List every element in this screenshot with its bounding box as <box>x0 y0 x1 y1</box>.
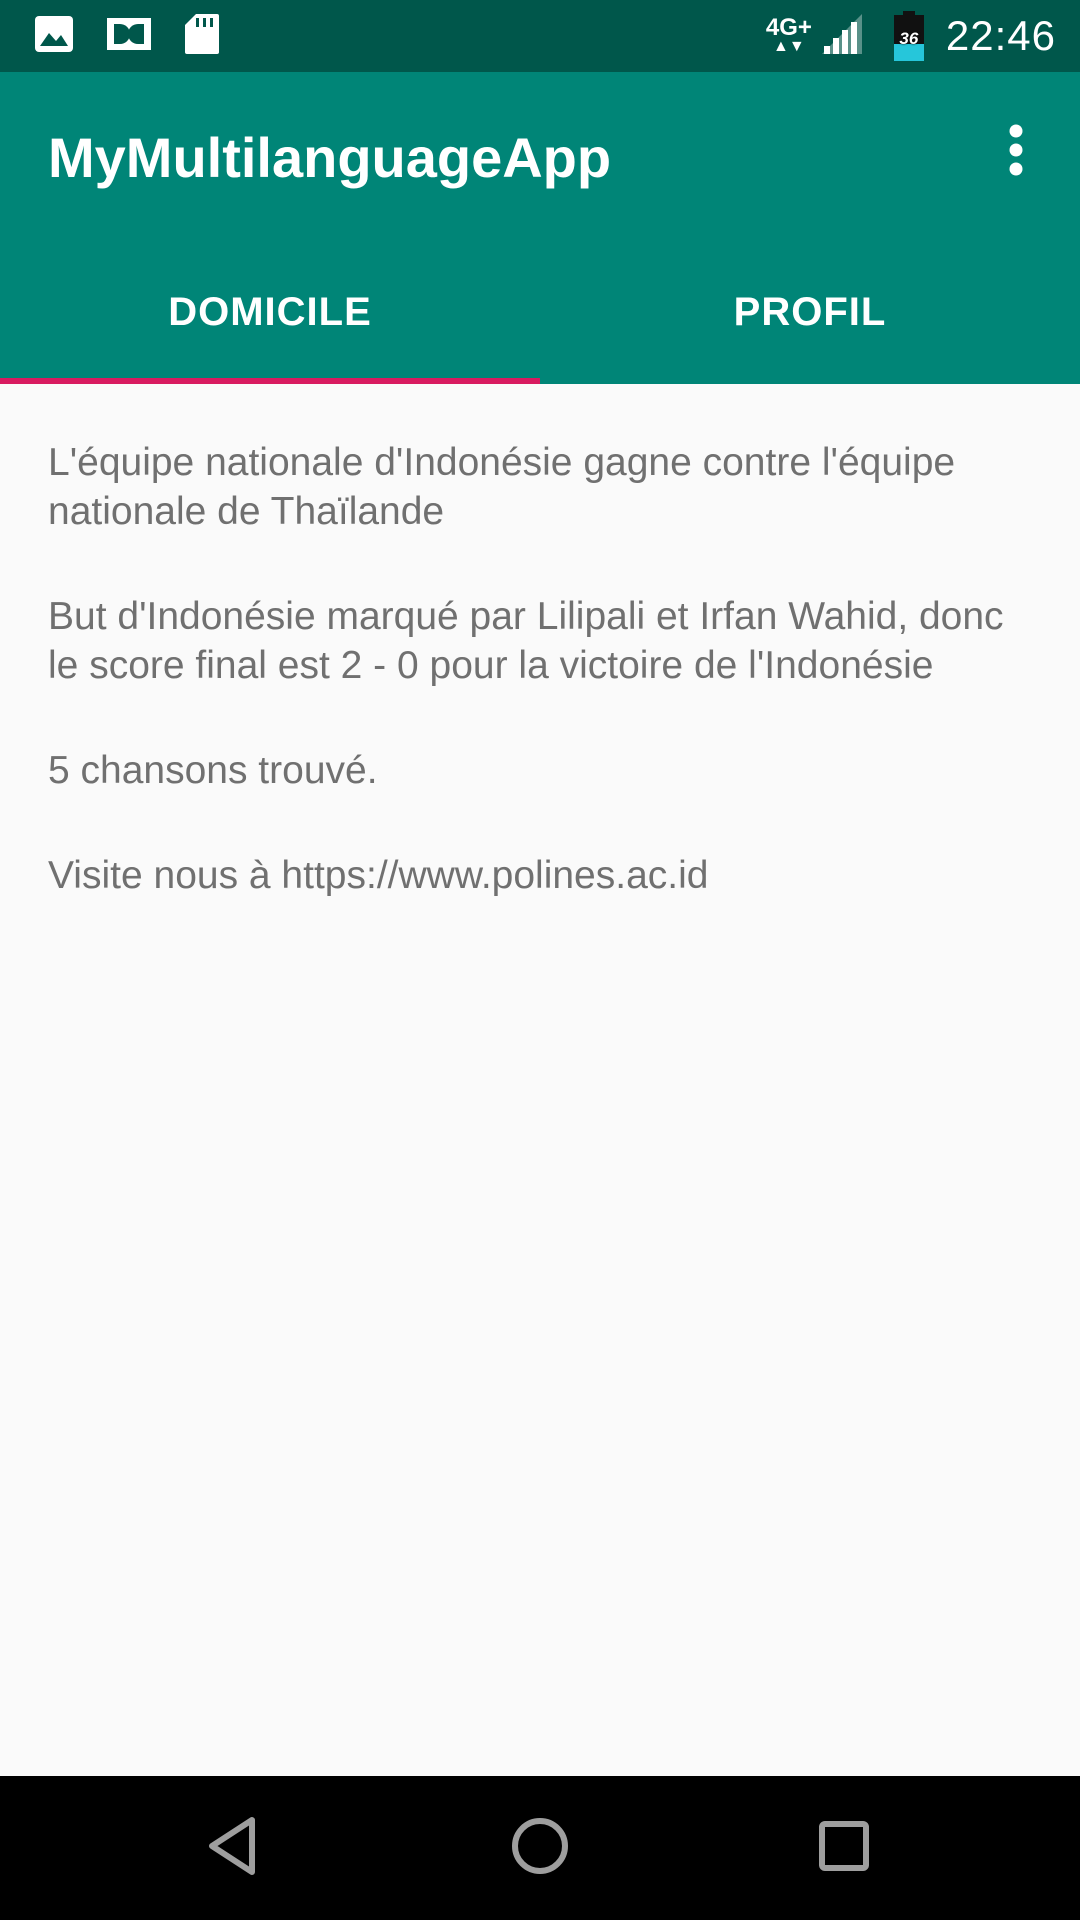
more-vert-icon <box>1008 124 1024 181</box>
app-bar: MyMultilanguageApp DOMICILE PROFIL <box>0 72 1080 384</box>
songs-found-text: 5 chansons trouvé. <box>48 749 378 792</box>
home-button[interactable] <box>504 1812 576 1884</box>
sd-card-icon <box>184 13 220 60</box>
signal-icon <box>820 12 864 61</box>
battery-level: 36 <box>899 29 919 48</box>
clock: 22:46 <box>945 12 1056 59</box>
system-icons: 4G+ ▲▼ 36 22:46 <box>766 8 1056 64</box>
network-arrows-icon: ▲▼ <box>773 38 805 55</box>
back-icon <box>204 1814 264 1883</box>
visit-us-text: Visite nous à https://www.polines.ac.id <box>48 854 709 897</box>
headline-text: L'équipe nationale d'Indonésie gagne con… <box>48 441 956 533</box>
tab-profil[interactable]: PROFIL <box>540 240 1080 384</box>
status-bar: 4G+ ▲▼ 36 22:46 <box>0 0 1080 72</box>
recents-button[interactable] <box>808 1812 880 1884</box>
tab-label: DOMICILE <box>168 289 372 334</box>
tab-label: PROFIL <box>733 289 887 334</box>
image-icon <box>34 15 74 58</box>
home-icon <box>509 1815 571 1882</box>
notification-icons <box>34 13 220 60</box>
home-content: L'équipe nationale d'Indonésie gagne con… <box>48 384 1032 956</box>
dolby-icon <box>106 17 152 56</box>
tab-bar: DOMICILE PROFIL <box>0 240 1080 384</box>
tab-domicile[interactable]: DOMICILE <box>0 240 540 384</box>
screen: 4G+ ▲▼ 36 22:46 MyMultilanguageApp DOMIC… <box>0 0 1080 1920</box>
network-type-label: 4G+ <box>765 14 812 41</box>
navigation-bar <box>0 1776 1080 1920</box>
overflow-menu-button[interactable] <box>986 122 1046 182</box>
recents-icon <box>816 1818 872 1879</box>
app-title: MyMultilanguageApp <box>48 126 612 189</box>
network-type: 4G+ ▲▼ <box>765 14 812 55</box>
match-description-text: But d'Indonésie marqué par Lilipali et I… <box>48 595 1004 687</box>
back-button[interactable] <box>198 1812 270 1884</box>
battery-icon: 36 <box>893 11 924 61</box>
